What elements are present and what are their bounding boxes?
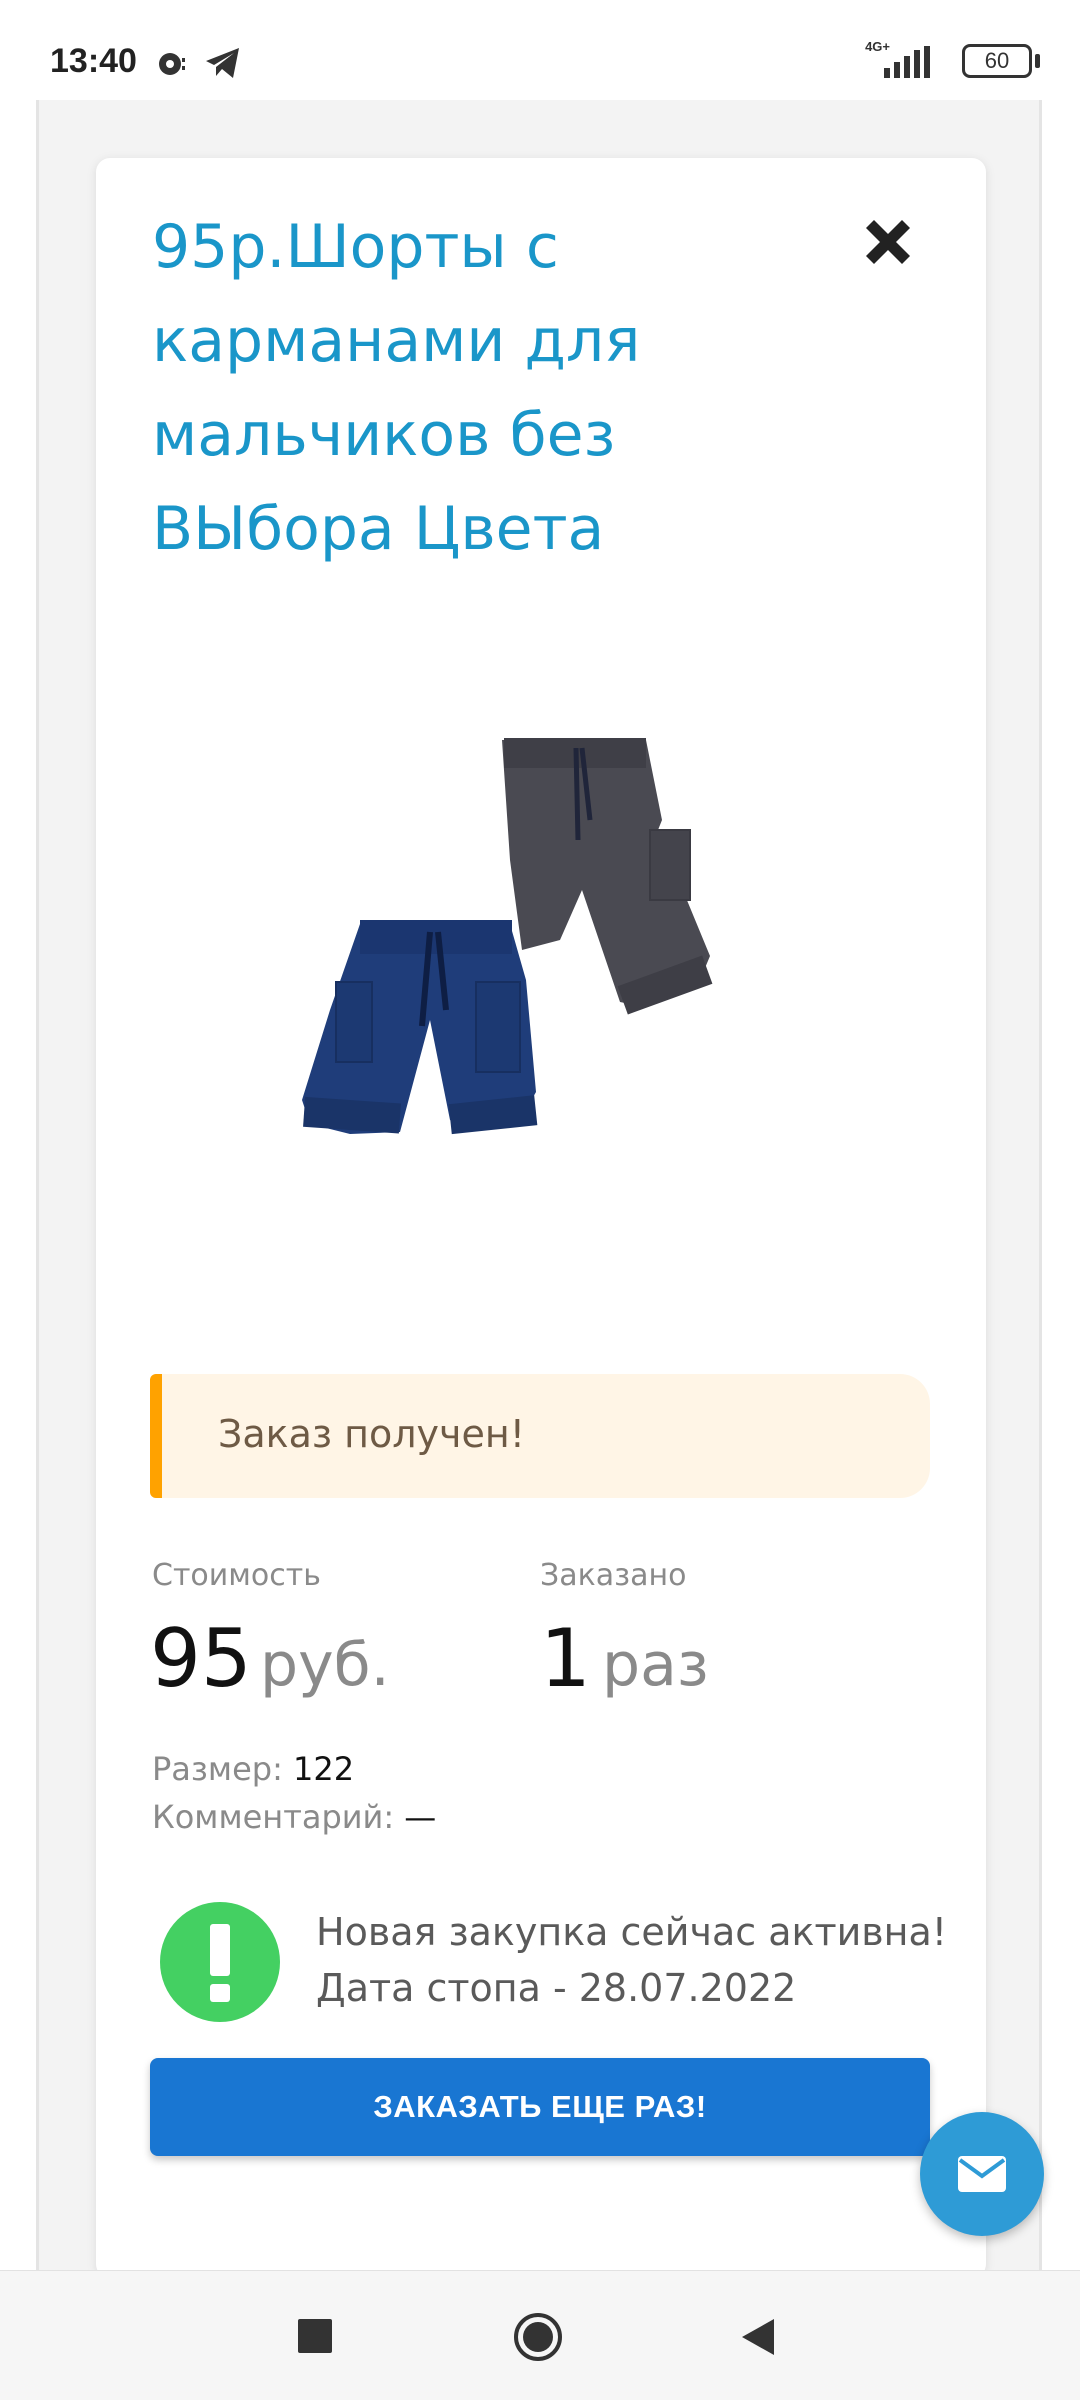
notice-line-1: Новая закупка сейчас активна!: [316, 1910, 948, 1954]
price-value: 95: [150, 1612, 252, 1705]
close-icon[interactable]: [856, 210, 920, 274]
sync-icon: [159, 53, 185, 75]
comment-row: Комментарий: —: [152, 1798, 436, 1836]
grey-shorts: [502, 738, 713, 1015]
triangle-back-icon[interactable]: [740, 2317, 776, 2357]
battery-tip: [1035, 54, 1040, 68]
order-received-alert: Заказ получен!: [150, 1374, 930, 1498]
ordered-value: 1: [540, 1612, 591, 1705]
navy-shorts: [302, 920, 538, 1135]
size-value: 122: [293, 1750, 355, 1788]
signal-icon: [884, 46, 930, 78]
battery-level: 60: [984, 48, 1010, 73]
product-title: 95р.Шорты с карманами для мальчиков без …: [152, 212, 641, 564]
size-row: Размер: 122: [152, 1750, 354, 1788]
mail-fab-button[interactable]: [920, 2112, 1044, 2236]
ordered-unit: раз: [602, 1630, 709, 1700]
telegram-icon: [206, 48, 239, 78]
comment-value: —: [404, 1798, 437, 1836]
battery-icon: 60: [962, 44, 1032, 78]
status-bar: 13:40 4G+ 60: [0, 0, 1080, 100]
exclamation-bar: [210, 1924, 230, 1976]
square-icon[interactable]: [298, 2319, 332, 2353]
price-label: Стоимость: [152, 1558, 321, 1593]
system-nav-bar: [0, 2270, 1080, 2400]
exclamation-icon: [160, 1902, 280, 2022]
order-again-button[interactable]: ЗАКАЗАТЬ ЕЩЕ РАЗ!: [150, 2058, 930, 2156]
exclamation-dot: [210, 1984, 230, 2002]
ordered-label: Заказано: [540, 1558, 687, 1593]
product-image: [302, 738, 713, 1135]
comment-label: Комментарий:: [152, 1798, 395, 1836]
mail-icon: [958, 2156, 1006, 2192]
size-label: Размер:: [152, 1750, 283, 1788]
alert-text: Заказ получен!: [218, 1412, 525, 1456]
notice-line-2: Дата стопа - 28.07.2022: [316, 1966, 797, 2010]
price-unit: руб.: [260, 1630, 390, 1700]
status-time: 13:40: [50, 42, 137, 80]
circle-icon[interactable]: [512, 2311, 564, 2363]
